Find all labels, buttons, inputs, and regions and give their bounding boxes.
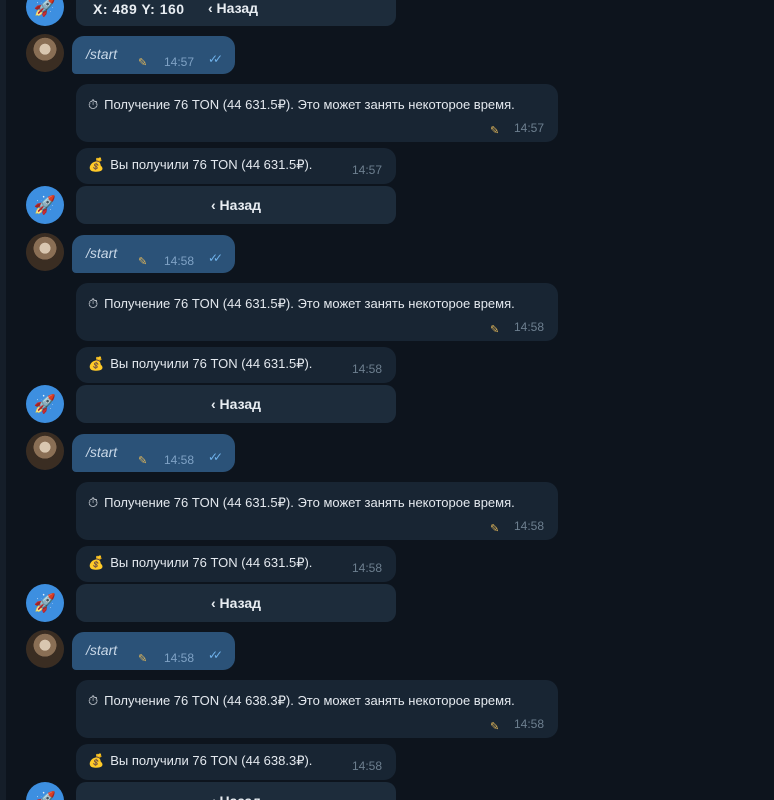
incoming-message[interactable]: ⏱ Получение 76 TON (44 638.3₽). Это может… — [76, 680, 558, 738]
user-avatar[interactable] — [26, 34, 64, 72]
message-time: 14:57 — [514, 121, 545, 135]
double-check-icon: ✓✓ — [208, 52, 223, 66]
message-text: ⏱ Получение 76 TON (44 631.5₽). Это может… — [88, 94, 528, 115]
money-bag-icon: 💰 — [88, 753, 105, 768]
incoming-message[interactable]: ⏱ Получение 76 TON (44 631.5₽). Это может… — [76, 482, 558, 540]
incoming-message[interactable]: ⏱ Получение 76 TON (44 631.5₽). Это может… — [76, 84, 558, 142]
outgoing-message[interactable]: /start ✎ 14:57 ✓✓ — [72, 36, 235, 74]
incoming-message[interactable]: 💰 Вы получили 76 TON (44 631.5₽). 14:58 — [76, 546, 396, 582]
user-avatar[interactable] — [26, 233, 64, 271]
message-group: /start ✎ 14:58 ✓✓ ⏱ Получение 76 TON (44 … — [0, 398, 774, 622]
message-text: 💰 Вы получили 76 TON (44 631.5₽). — [88, 157, 313, 172]
pencil-icon: ✎ — [490, 324, 500, 336]
message-group: /start ✎ 14:58 ✓✓ ⏱ Получение 76 TON (44 … — [0, 199, 774, 423]
back-button[interactable]: ‹ Назад — [76, 782, 396, 800]
outgoing-message[interactable]: /start ✎ 14:58 ✓✓ — [72, 632, 235, 670]
stopwatch-icon: ⏱ — [88, 296, 99, 311]
incoming-message[interactable]: 💰 Вы получили 76 TON (44 638.3₽). 14:58 — [76, 744, 396, 780]
message-text: /start — [86, 46, 118, 62]
incoming-message[interactable]: 💰 Вы получили 76 TON (44 631.5₽). 14:58 — [76, 347, 396, 383]
stopwatch-icon: ⏱ — [88, 495, 99, 510]
message-text: 💰 Вы получили 76 TON (44 631.5₽). — [88, 555, 313, 570]
pencil-icon: ✎ — [490, 523, 500, 535]
money-bag-icon: 💰 — [88, 157, 105, 172]
double-check-icon: ✓✓ — [208, 251, 223, 265]
money-bag-icon: 💰 — [88, 555, 105, 570]
user-avatar[interactable] — [26, 432, 64, 470]
message-text: ⏱ Получение 76 TON (44 638.3₽). Это может… — [88, 690, 528, 711]
pencil-icon: ✎ — [138, 455, 148, 467]
money-bag-icon: 💰 — [88, 356, 105, 371]
message-time: 14:57 — [352, 163, 383, 177]
rocket-icon: 🚀 — [26, 782, 64, 800]
pencil-icon: ✎ — [138, 256, 148, 268]
pencil-icon: ✎ — [490, 721, 500, 733]
message-time: 14:58 — [352, 561, 383, 575]
message-time: 14:57 — [164, 55, 195, 69]
message-text: /start — [86, 245, 118, 261]
pencil-icon: ✎ — [138, 57, 148, 69]
message-time: 14:58 — [352, 759, 383, 773]
message-time: 14:58 — [164, 254, 195, 268]
message-group: /start ✎ 14:58 ✓✓ ⏱ Получение 76 TON (44 … — [0, 596, 774, 800]
outgoing-message[interactable]: /start ✎ 14:58 ✓✓ — [72, 235, 235, 273]
double-check-icon: ✓✓ — [208, 648, 223, 662]
message-time: 14:58 — [514, 320, 545, 334]
chat-history[interactable]: 🚀 X: 489 Y: 160 ‹ Назад /start ✎ 14:57 ✓… — [0, 0, 774, 800]
message-text: /start — [86, 642, 118, 658]
message-text: 💰 Вы получили 76 TON (44 631.5₽). — [88, 356, 313, 371]
message-group: /start ✎ 14:57 ✓✓ ⏱ Получение 76 TON (44 … — [0, 0, 774, 224]
message-text: ⏱ Получение 76 TON (44 631.5₽). Это может… — [88, 492, 528, 513]
message-text: ⏱ Получение 76 TON (44 631.5₽). Это может… — [88, 293, 528, 314]
stopwatch-icon: ⏱ — [88, 97, 99, 112]
message-text: /start — [86, 444, 118, 460]
stopwatch-icon: ⏱ — [88, 693, 99, 708]
incoming-message[interactable]: ⏱ Получение 76 TON (44 631.5₽). Это может… — [76, 283, 558, 341]
pencil-icon: ✎ — [490, 125, 500, 137]
outgoing-message[interactable]: /start ✎ 14:58 ✓✓ — [72, 434, 235, 472]
message-text: 💰 Вы получили 76 TON (44 638.3₽). — [88, 753, 313, 768]
message-time: 14:58 — [514, 519, 545, 533]
message-time: 14:58 — [514, 717, 545, 731]
double-check-icon: ✓✓ — [208, 450, 223, 464]
message-time: 14:58 — [164, 453, 195, 467]
incoming-message[interactable]: 💰 Вы получили 76 TON (44 631.5₽). 14:57 — [76, 148, 396, 184]
pencil-icon: ✎ — [138, 653, 148, 665]
message-time: 14:58 — [352, 362, 383, 376]
user-avatar[interactable] — [26, 630, 64, 668]
message-time: 14:58 — [164, 651, 195, 665]
